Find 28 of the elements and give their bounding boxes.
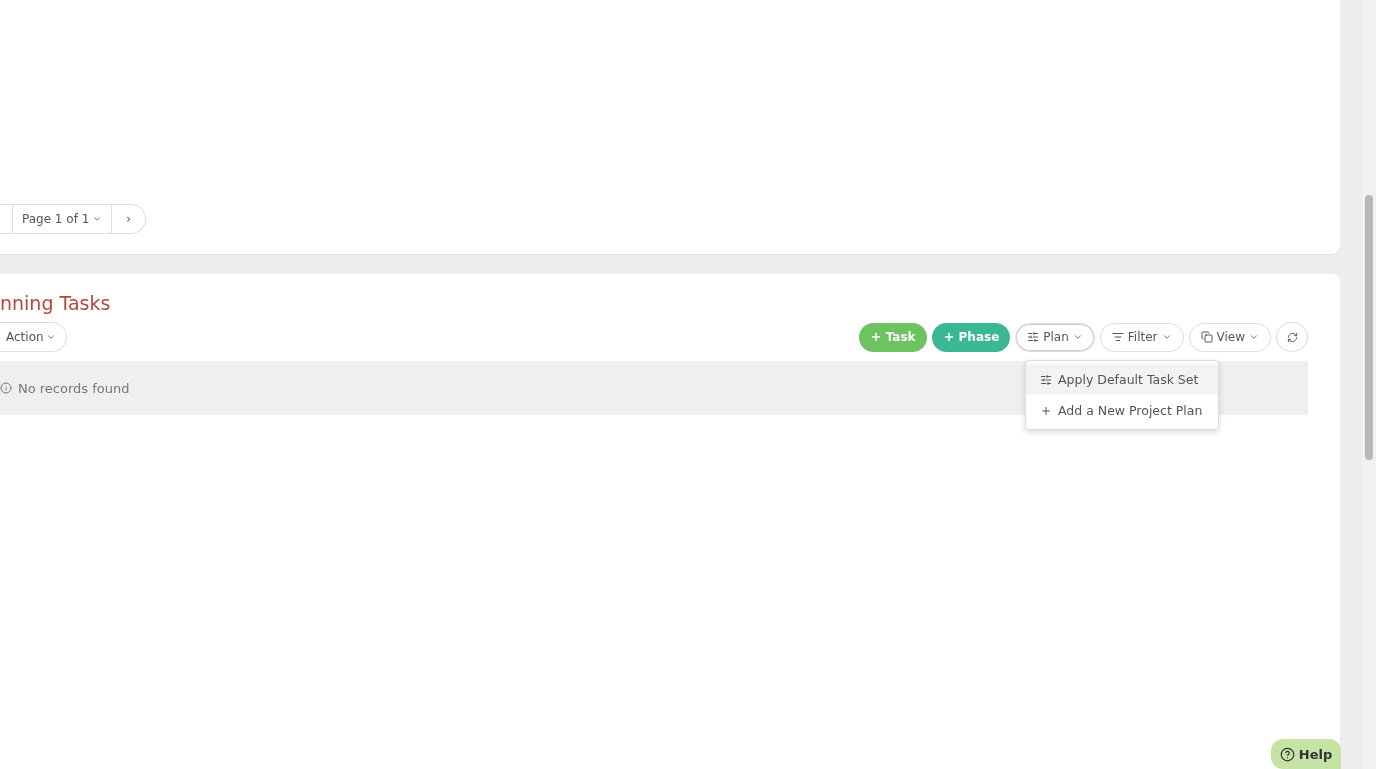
chevron-down-icon <box>1072 332 1083 342</box>
help-button[interactable]: Help <box>1271 739 1341 769</box>
refresh-button[interactable] <box>1276 322 1308 352</box>
help-icon <box>1279 746 1295 762</box>
dropdown-button[interactable]: Filter <box>1099 322 1184 352</box>
chevron-down-icon <box>1161 332 1172 342</box>
menu-item[interactable]: Apply Default Task Set <box>1026 364 1218 395</box>
plus-icon <box>869 331 882 343</box>
plus-icon <box>942 331 955 343</box>
section-title: nning Tasks <box>0 292 112 314</box>
action-button[interactable]: Action <box>0 322 67 352</box>
chevron-down-icon <box>45 332 56 342</box>
sliders-icon <box>1040 373 1052 386</box>
dropdown-button[interactable]: Plan <box>1015 322 1095 352</box>
empty-message: No records found <box>18 380 130 396</box>
filter-icon <box>1111 331 1124 343</box>
next-page-button[interactable]: › <box>111 205 146 233</box>
dropdown-button[interactable]: View <box>1188 322 1271 352</box>
info-icon <box>0 382 12 394</box>
sliders-icon <box>1027 331 1040 343</box>
chevron-down-icon <box>1249 332 1259 342</box>
scrollbar-thumb[interactable] <box>1365 195 1373 460</box>
menu-item[interactable]: Add a New Project Plan <box>1026 395 1218 426</box>
chevron-down-icon <box>92 214 103 224</box>
copy-icon <box>1200 331 1213 343</box>
plus-icon <box>1040 404 1052 417</box>
refresh-icon <box>1286 331 1298 343</box>
page-selector[interactable]: Page 1 of 1 <box>12 205 112 233</box>
